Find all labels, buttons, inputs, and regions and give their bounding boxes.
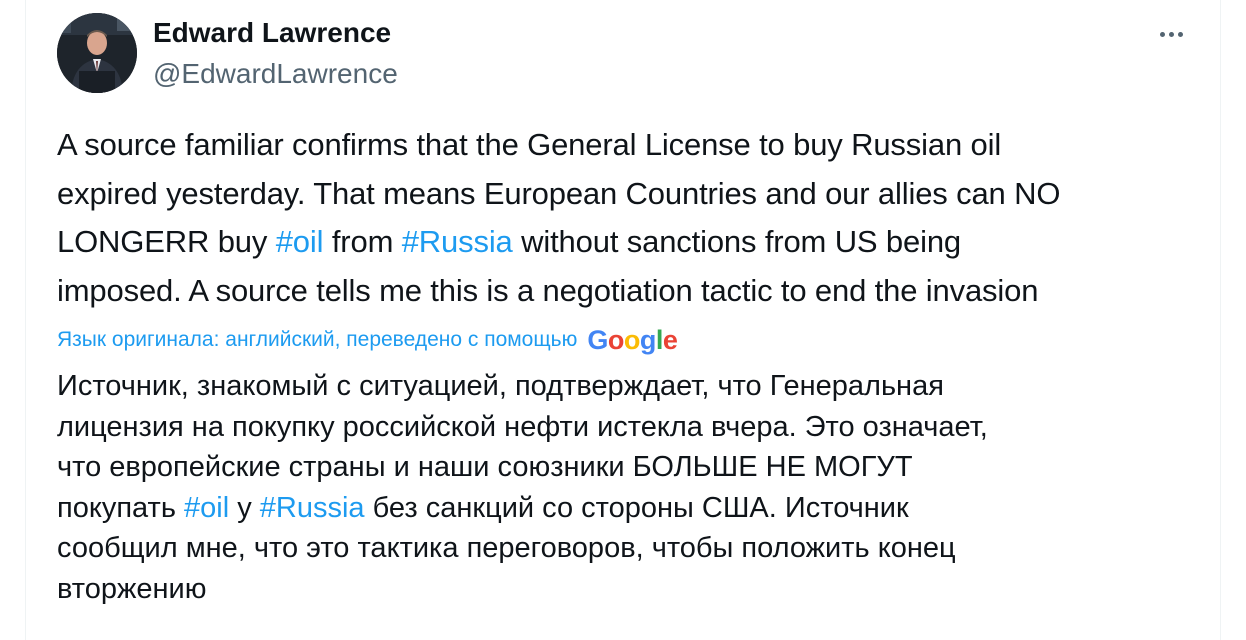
text-segment: LONGERR buy [57, 224, 276, 259]
text-segment: без санкций со стороны США. Источник [364, 491, 909, 524]
text-segment: without sanctions from US being [512, 224, 962, 259]
text-line: вторжению [57, 569, 1207, 610]
translation-attribution[interactable]: Язык оригинала: английский, переведено с… [57, 324, 678, 356]
text-segment: сообщил мне, что это тактика переговоров… [57, 532, 956, 564]
author-handle[interactable]: @EdwardLawrence [153, 56, 398, 92]
text-line: покупать #oil у #Russia без санкций со с… [57, 488, 1207, 529]
tweet-text: A source familiar confirms that the Gene… [57, 121, 1207, 315]
author-name[interactable]: Edward Lawrence [153, 15, 391, 51]
text-segment: покупать [57, 491, 184, 524]
text-line: A source familiar confirms that the Gene… [57, 121, 1207, 170]
more-options-icon[interactable] [1150, 22, 1192, 46]
text-line: Источник, знакомый с ситуацией, подтверж… [57, 366, 1207, 407]
google-logo: Google [587, 325, 678, 355]
dot [1159, 31, 1165, 37]
text-line: expired yesterday. That means European C… [57, 170, 1207, 219]
text-segment: вторжению [57, 572, 207, 605]
text-segment: imposed. A source tells me this is a neg… [57, 272, 1039, 308]
text-segment: expired yesterday. That means European C… [57, 175, 1061, 211]
text-segment: лицензия на покупку российской нефти ист… [57, 410, 988, 443]
hashtag-link[interactable]: #Russia [260, 492, 365, 524]
hashtag-link[interactable]: #Russia [402, 224, 513, 259]
text-line: что европейские страны и наши союзники Б… [57, 447, 1207, 488]
hashtag-link[interactable]: #oil [184, 492, 229, 524]
text-segment: что европейские страны и наши союзники Б… [57, 451, 913, 483]
hashtag-link[interactable]: #oil [276, 224, 324, 259]
text-line: LONGERR buy #oil from #Russia without sa… [57, 218, 1207, 267]
text-line: сообщил мне, что это тактика переговоров… [57, 528, 1207, 569]
text-line: лицензия на покупку российской нефти ист… [57, 407, 1207, 448]
avatar-image [57, 13, 137, 93]
avatar[interactable] [57, 13, 137, 93]
text-segment: Источник, знакомый с ситуацией, подтверж… [57, 370, 944, 402]
text-segment: A source familiar confirms that the Gene… [57, 127, 1002, 162]
dot [1177, 31, 1183, 37]
dot [1168, 31, 1174, 37]
translation-label[interactable]: Язык оригинала: английский, переведено с… [57, 325, 577, 355]
text-line: imposed. A source tells me this is a neg… [57, 267, 1207, 316]
translated-text: Источник, знакомый с ситуацией, подтверж… [57, 366, 1207, 609]
text-segment: у [229, 491, 260, 524]
text-segment: from [323, 224, 402, 259]
